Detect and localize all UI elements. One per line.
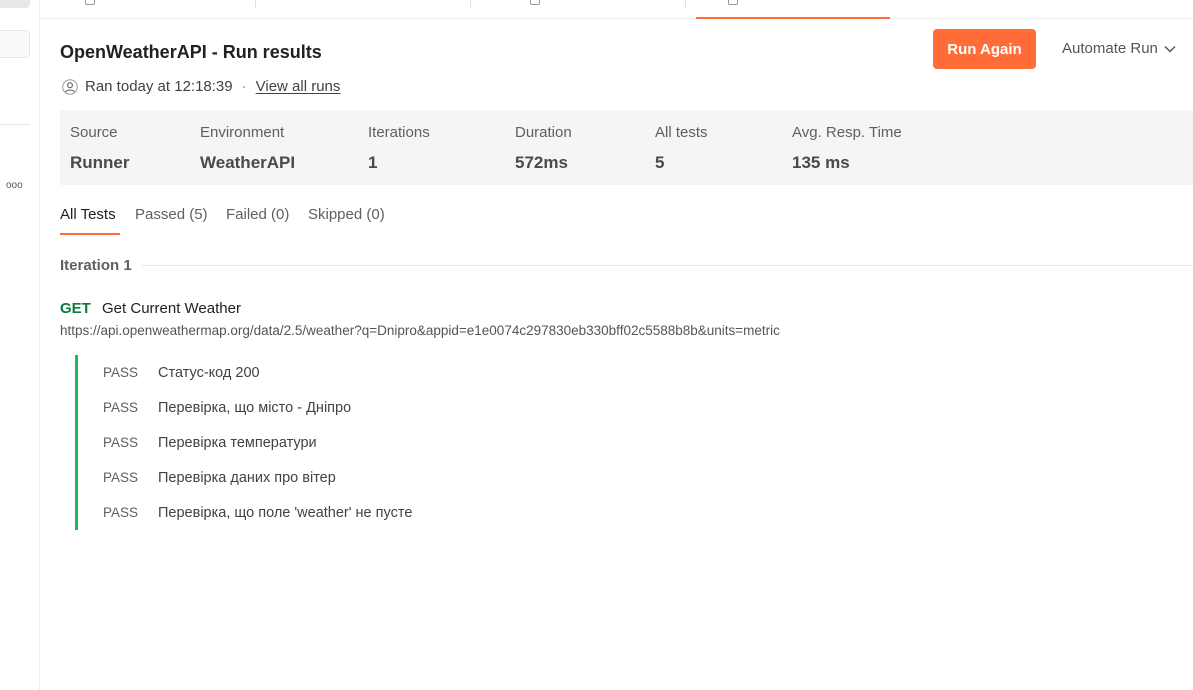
page-title: OpenWeatherAPI - Run results — [60, 42, 322, 62]
run-info: Ran today at 12:18:39 · View all runs — [62, 78, 340, 96]
view-all-runs-link[interactable]: View all runs — [256, 78, 341, 96]
test-status: PASS — [103, 469, 139, 485]
tab-icon — [530, 0, 540, 5]
tab-skipped[interactable]: Skipped (0) — [308, 206, 385, 224]
test-name: Перевірка даних про вітер — [158, 469, 336, 486]
stat-source: Source Runner — [70, 124, 130, 173]
tab-passed[interactable]: Passed (5) — [135, 206, 208, 224]
tab-failed[interactable]: Failed (0) — [226, 206, 289, 224]
test-name: Перевірка, що місто - Дніпро — [158, 399, 352, 416]
stat-iterations: Iterations 1 — [368, 124, 430, 173]
test-status: PASS — [103, 399, 139, 415]
runner-tab-icon — [728, 0, 738, 5]
request-row[interactable]: GET Get Current Weather — [60, 300, 241, 318]
tab-all-tests[interactable]: All Tests — [60, 206, 116, 224]
stat-label: Iterations — [368, 124, 430, 141]
stat-label: Environment — [200, 124, 285, 141]
request-url: https://api.openweathermap.org/data/2.5/… — [60, 323, 780, 338]
sidebar-item[interactable] — [0, 30, 30, 58]
test-status: PASS — [103, 504, 139, 520]
stat-label: Avg. Resp. Time — [792, 124, 902, 141]
stat-value: 5 — [655, 153, 665, 172]
test-status: PASS — [103, 364, 139, 380]
stat-label: All tests — [655, 124, 708, 141]
more-options-icon[interactable]: ooo — [6, 180, 23, 192]
test-name: Перевірка, що поле 'weather' не пусте — [158, 504, 413, 521]
stat-avg-resp-time: Avg. Resp. Time 135 ms — [792, 124, 902, 173]
user-icon — [62, 79, 78, 95]
test-status: PASS — [103, 434, 139, 450]
automate-run-label: Automate Run — [1062, 40, 1158, 57]
request-name: Get Current Weather — [102, 300, 241, 317]
test-results-list: PASS Статус-код 200 PASS Перевірка, що м… — [75, 355, 675, 530]
chevron-down-icon — [1164, 45, 1176, 53]
stat-duration: Duration 572ms — [515, 124, 572, 173]
test-name: Перевірка температури — [158, 434, 317, 451]
tab-divider — [685, 0, 686, 8]
automate-run-dropdown[interactable]: Automate Run — [1062, 39, 1176, 59]
tab-icon — [85, 0, 95, 5]
test-name: Статус-код 200 — [158, 364, 260, 381]
left-sidebar: ooo — [0, 0, 40, 690]
run-again-button[interactable]: Run Again — [933, 29, 1036, 69]
tab-divider — [255, 0, 256, 8]
stat-all-tests: All tests 5 — [655, 124, 708, 173]
sidebar-divider — [0, 124, 30, 125]
request-method: GET — [60, 300, 91, 317]
run-summary-panel: Source Runner Environment WeatherAPI Ite… — [60, 110, 1193, 185]
stat-label: Duration — [515, 124, 572, 141]
tab-divider — [470, 0, 471, 8]
stat-value: 572ms — [515, 153, 568, 172]
stat-label: Source — [70, 124, 118, 141]
sidebar-top-button[interactable] — [0, 0, 30, 8]
iteration-heading: Iteration 1 — [60, 257, 132, 274]
stat-value: WeatherAPI — [200, 153, 296, 172]
tab-strip — [40, 0, 1193, 19]
stat-value: 1 — [368, 153, 378, 172]
separator-dot: · — [241, 78, 247, 95]
iteration-divider — [142, 265, 1193, 266]
active-tab-underline — [60, 233, 120, 235]
stat-environment: Environment WeatherAPI — [200, 124, 295, 173]
ran-timestamp: Ran today at 12:18:39 — [85, 78, 233, 95]
active-tab-indicator[interactable] — [696, 17, 890, 19]
stat-value: 135 ms — [792, 153, 850, 172]
stat-value: Runner — [70, 153, 130, 172]
